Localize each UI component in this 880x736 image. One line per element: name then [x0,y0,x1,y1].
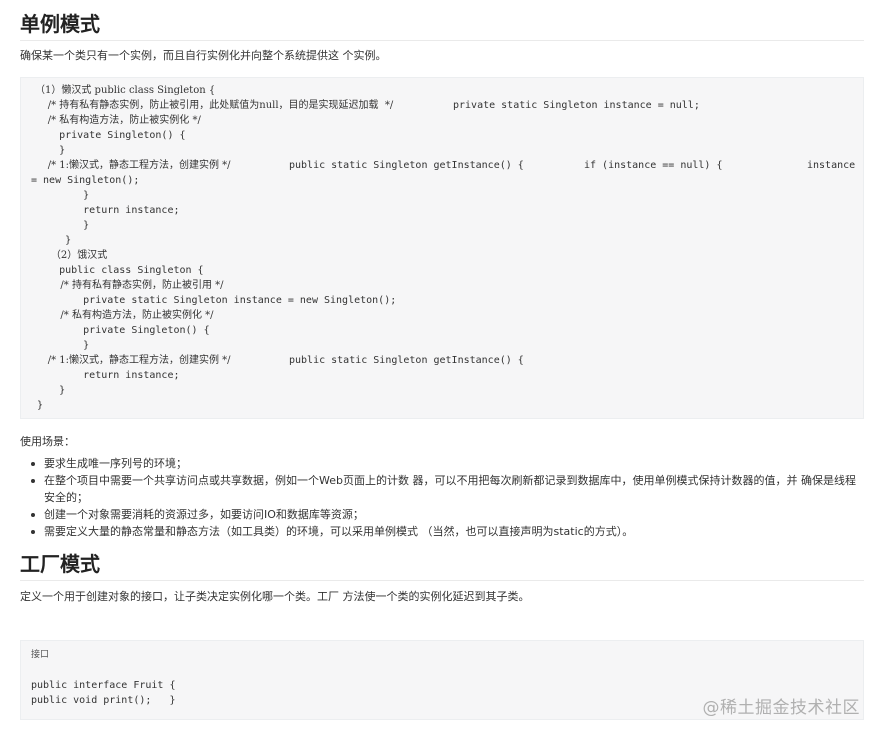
code-line: /* 持有私有静态实例，防止被引用 */ [35,280,224,291]
code-line: public static Singleton getInstance() { [289,355,524,366]
code-line: （1）懒汉式 public class Singleton { [35,85,216,96]
list-item: 需要定义大量的静态常量和静态方法（如工具类）的环境，可以采用单例模式 （当然，也… [20,523,864,540]
code-line: } [31,400,44,411]
section-title-factory: 工厂模式 [20,551,864,581]
singleton-intro: 确保某一个类只有一个实例，而且自行实例化并向整个系统提供这 个实例。 [20,49,387,62]
code-line: public class Singleton { [35,265,204,276]
section-title-singleton: 单例模式 [20,11,864,41]
code-line: } [35,235,72,246]
code-line: } [35,190,90,201]
code-line: } [35,385,66,396]
code-line: return instance; [35,370,180,381]
usage-list: 要求生成唯一序列号的环境； 在整个项目中需要一个共享访问点或共享数据，例如一个W… [20,455,864,540]
code-line: private Singleton() { [35,325,210,336]
code-line: private static Singleton instance = new … [35,295,397,306]
code-line: public interface Fruit { [31,680,176,691]
code-line: private static Singleton instance = null… [453,100,700,111]
code-line: } [35,340,90,351]
code-line: /* 1:懒汉式，静态工程方法，创建实例 */ [35,160,231,171]
code-line: return instance; [35,205,180,216]
code-line: /* 私有构造方法，防止被实例化 */ [35,115,201,126]
watermark: @稀土掘金技术社区 [702,698,860,718]
code-line: } [35,220,90,231]
code-line: /* 持有私有静态实例，防止被引用，此处赋值为null，目的是实现延迟加载 */ [35,100,394,111]
list-item: 要求生成唯一序列号的环境； [20,455,864,472]
code-block-singleton: （1）懒汉式 public class Singleton { /* 持有私有静… [20,77,864,419]
code-line: = new Singleton(); [31,175,140,186]
code-line: public static Singleton getInstance() { [289,160,524,171]
usage-title: 使用场景： [20,435,75,448]
code-line: } [35,145,66,156]
code-line: /* 私有构造方法，防止被实例化 */ [35,310,214,321]
code-line: （2）饿汉式 [35,250,108,261]
list-item: 创建一个对象需要消耗的资源过多，如要访问IO和数据库等资源； [20,506,864,523]
code-line: if (instance == null) { [584,160,723,171]
code-line: /* 1:懒汉式，静态工程方法，创建实例 */ [35,355,231,366]
factory-intro: 定义一个用于创建对象的接口，让子类决定实例化哪一个类。工厂 方法使一个类的实例化… [20,590,530,603]
code-line: 接口 [31,650,50,660]
code-line: private Singleton() { [35,130,186,141]
code-line: public void print(); } [31,695,176,706]
list-item: 在整个项目中需要一个共享访问点或共享数据，例如一个Web页面上的计数 器，可以不… [20,472,864,506]
code-line: instance [807,160,856,171]
